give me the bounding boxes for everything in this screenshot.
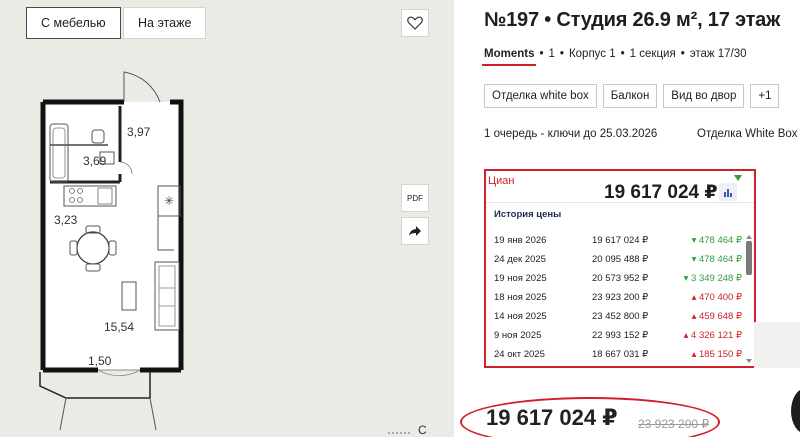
scroll-up-icon[interactable] <box>746 235 752 239</box>
cian-price-widget: Циан 19 617 024 ₽ История цены 19 янв 20… <box>484 169 756 368</box>
scroll-down-icon[interactable] <box>746 359 752 363</box>
history-row: 14 ноя 2025 23 452 800 ₽ ▴ 459 648 ₽ <box>494 311 742 322</box>
history-row: 24 дек 2025 20 095 488 ₽ ▾ 478 464 ₽ <box>494 254 742 265</box>
area-label-entrance: 3,97 <box>127 125 151 139</box>
area-label-bathroom: 3,69 <box>83 154 107 168</box>
price-history-list: 19 янв 2026 19 617 024 ₽ ▾ 478 464 ₽ 24 де… <box>494 235 742 366</box>
breadcrumb-floor: этаж 17/30 <box>689 48 747 60</box>
price-highlight-circle <box>460 397 720 437</box>
area-label-kitchen: 3,23 <box>54 213 78 227</box>
pdf-button[interactable]: PDF <box>401 184 429 212</box>
history-row: 24 окт 2025 18 667 031 ₽ ▴ 185 150 ₽ <box>494 349 742 360</box>
scroll-thumb[interactable] <box>746 241 752 275</box>
cian-current-price: 19 617 024 ₽ <box>604 182 718 203</box>
area-label-living: 15,54 <box>104 320 135 334</box>
history-row: 19 янв 2026 19 617 024 ₽ ▾ 478 464 ₽ <box>494 235 742 246</box>
scroll-indicator <box>388 432 410 435</box>
share-arrow-icon <box>409 226 421 236</box>
cut-off-label: С <box>418 423 427 437</box>
chip-balcony[interactable]: Балкон <box>602 84 658 108</box>
floor-plan-panel: С мебелью На этаже ✳ 3,97 3,69 3,23 15,5… <box>0 0 454 437</box>
history-row: 18 ноя 2025 23 923 200 ₽ ▴ 470 400 ₽ <box>494 292 742 303</box>
listing-title: №197 • Студия 26.9 м², 17 этаж <box>484 9 781 31</box>
price-down-arrow-icon <box>734 175 742 181</box>
breadcrumb-project[interactable]: Moments <box>484 48 534 60</box>
history-scrollbar[interactable] <box>746 235 753 363</box>
cian-brand-label: Циан <box>488 175 515 187</box>
breadcrumb: Moments • 1 • Корпус 1 • 1 секция • этаж 17/30 <box>484 48 747 60</box>
breadcrumb-queue: 1 <box>548 48 555 60</box>
feature-chips: Отделка white box Балкон Вид во двор +1 <box>484 84 780 108</box>
share-button[interactable] <box>401 217 429 245</box>
chart-icon[interactable] <box>719 183 737 201</box>
area-label-balcony: 1,50 <box>88 354 112 368</box>
price-history-title: История цены <box>494 209 562 220</box>
chip-more[interactable]: +1 <box>750 84 780 108</box>
history-row: 19 ноя 2025 20 573 952 ₽ ▾ 3 349 248 ₽ <box>494 273 742 284</box>
bar-chart-icon <box>724 189 732 197</box>
chat-button[interactable] <box>791 388 800 434</box>
breadcrumb-building: Корпус 1 <box>568 48 616 60</box>
queue-keys-date: 1 очередь - ключи до 25.03.2026 <box>484 128 658 140</box>
finish-type: Отделка White Box <box>697 128 798 140</box>
svg-text:✳: ✳ <box>164 194 174 208</box>
breadcrumb-section: 1 секция <box>629 48 676 60</box>
chip-courtyard-view[interactable]: Вид во двор <box>663 84 745 108</box>
chip-white-box[interactable]: Отделка white box <box>484 84 597 108</box>
history-row: 9 ноя 2025 22 993 152 ₽ ▴ 4 326 121 ₽ <box>494 330 742 341</box>
listing-panel: №197 • Студия 26.9 м², 17 этаж Moments • 1… <box>454 0 800 437</box>
